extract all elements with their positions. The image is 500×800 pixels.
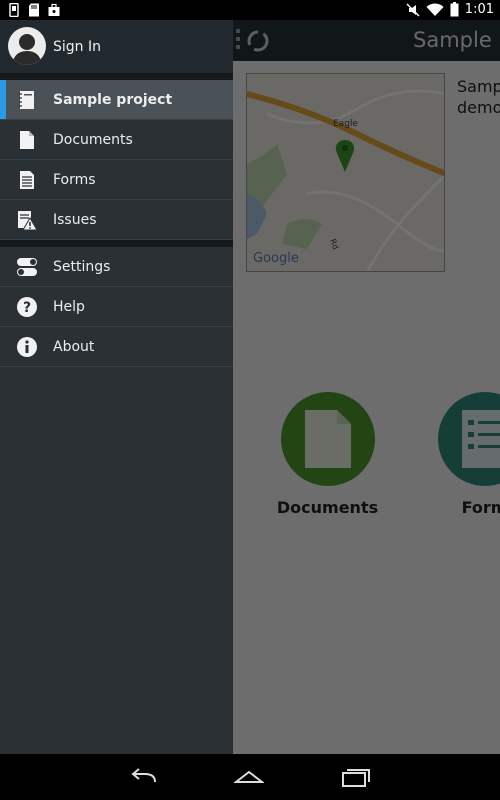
phone-icon: [9, 3, 19, 17]
battery-icon: [450, 2, 459, 17]
page-title: Sample p: [413, 28, 500, 52]
drawer-item-label: Help: [53, 299, 85, 315]
sign-in-header[interactable]: Sign In: [0, 20, 233, 73]
divider: [0, 73, 233, 80]
info-icon: [17, 337, 37, 357]
help-icon: ?: [17, 297, 37, 317]
avatar: [8, 27, 46, 65]
sign-in-label: Sign In: [53, 39, 101, 55]
user-silhouette-icon: [12, 34, 42, 65]
drawer-item-label: Sample project: [53, 92, 173, 108]
drawer-item-about[interactable]: About: [0, 327, 233, 367]
status-bar: 1:01: [0, 0, 500, 20]
drawer-item-label: Issues: [53, 212, 97, 228]
settings-toggle-icon: [17, 258, 37, 276]
mute-icon: [406, 3, 420, 16]
issue-icon: [18, 211, 38, 231]
forms-tile-label: Form: [461, 498, 500, 517]
forms-tile[interactable]: Form: [427, 392, 500, 517]
map-place-label: Eagle: [333, 119, 358, 129]
recents-icon[interactable]: [341, 766, 371, 788]
svg-text:?: ?: [23, 300, 31, 316]
google-logo: Google: [253, 251, 299, 266]
documents-tile-label: Documents: [276, 498, 379, 517]
drawer-item-label: Settings: [53, 259, 111, 275]
sd-card-icon: [29, 3, 39, 17]
divider: [0, 240, 233, 247]
drawer-item-forms[interactable]: Forms: [0, 160, 233, 200]
drawer-item-label: Forms: [53, 172, 96, 188]
project-description: Samp demo: [457, 77, 500, 117]
form-icon: [461, 410, 500, 468]
drawer-item-label: About: [53, 339, 95, 355]
documents-tile-circle: [280, 392, 375, 486]
briefcase-icon: [48, 3, 60, 16]
forms-tile-circle: [437, 392, 500, 486]
wifi-icon: [426, 2, 444, 16]
home-icon[interactable]: [234, 766, 264, 788]
project-map[interactable]: Eagle Rd Google: [246, 73, 445, 272]
drawer-item-documents[interactable]: Documents: [0, 120, 233, 160]
drawer-item-label: Documents: [53, 132, 133, 148]
drawer-item-help[interactable]: ? Help: [0, 287, 233, 327]
app-logo-icon: [236, 29, 269, 52]
documents-tile[interactable]: Documents: [270, 392, 385, 517]
back-icon[interactable]: [129, 766, 159, 788]
document-icon: [20, 131, 34, 149]
drawer-item-settings[interactable]: Settings: [0, 247, 233, 287]
system-nav-bar: [0, 754, 500, 800]
drawer-item-sample-project[interactable]: Sample project: [0, 80, 233, 120]
active-indicator: [0, 80, 6, 119]
form-icon: [20, 171, 34, 189]
clock: 1:01: [464, 2, 494, 17]
navigation-drawer: Sign In Sample project Documents Forms I…: [0, 20, 233, 754]
document-icon: [304, 410, 351, 468]
drawer-item-issues[interactable]: Issues: [0, 200, 233, 240]
notebook-icon: [19, 91, 34, 109]
